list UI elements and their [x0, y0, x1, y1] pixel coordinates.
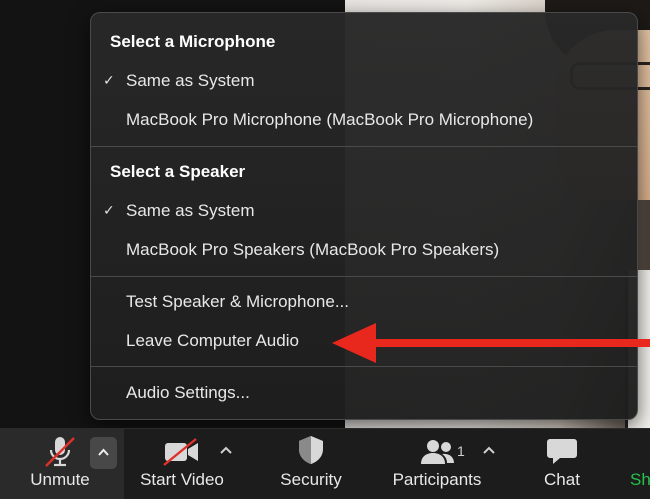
security-button[interactable]: Security — [268, 429, 354, 499]
chevron-up-icon[interactable] — [218, 443, 234, 459]
test-speaker-microphone-item[interactable]: Test Speaker & Microphone... — [126, 292, 349, 312]
meeting-toolbar: Unmute Start Video Security Participants — [0, 428, 650, 499]
menu-divider — [91, 276, 637, 277]
leave-computer-audio-item[interactable]: Leave Computer Audio — [126, 331, 299, 351]
speaker-option-label: MacBook Pro Speakers (MacBook Pro Speake… — [126, 240, 500, 259]
mic-option-label: MacBook Pro Microphone (MacBook Pro Micr… — [126, 110, 534, 129]
menu-divider — [91, 366, 637, 367]
audio-options-caret-button[interactable] — [90, 437, 117, 469]
mic-option-label: Same as System — [126, 71, 255, 90]
speaker-heading: Select a Speaker — [110, 162, 246, 181]
unmute-label: Unmute — [30, 470, 90, 489]
menu-divider — [91, 146, 637, 147]
participants-label: Participants — [392, 470, 482, 489]
video-camera-muted-icon — [163, 438, 198, 466]
chevron-up-icon[interactable] — [481, 443, 497, 459]
red-arrow-annotation — [332, 323, 650, 363]
microphone-heading: Select a Microphone — [110, 32, 276, 51]
share-screen-button-label[interactable]: Sh — [630, 470, 650, 490]
security-label: Security — [280, 470, 342, 489]
participants-count: 1 — [457, 443, 465, 459]
participants-button[interactable]: Participants — [388, 429, 486, 499]
chat-bubble-icon — [547, 439, 577, 464]
speaker-option-label: Same as System — [126, 201, 255, 220]
microphone-muted-icon — [45, 437, 75, 467]
start-video-label: Start Video — [140, 470, 224, 489]
chat-button[interactable]: Chat — [528, 429, 596, 499]
audio-settings-item[interactable]: Audio Settings... — [126, 383, 250, 403]
participants-icon — [421, 440, 454, 464]
check-icon: ✓ — [103, 202, 115, 218]
start-video-button[interactable]: Start Video — [130, 429, 234, 499]
check-icon: ✓ — [103, 72, 115, 88]
chevron-up-icon — [98, 448, 109, 456]
shield-icon — [299, 436, 323, 464]
chat-label: Chat — [544, 470, 580, 489]
